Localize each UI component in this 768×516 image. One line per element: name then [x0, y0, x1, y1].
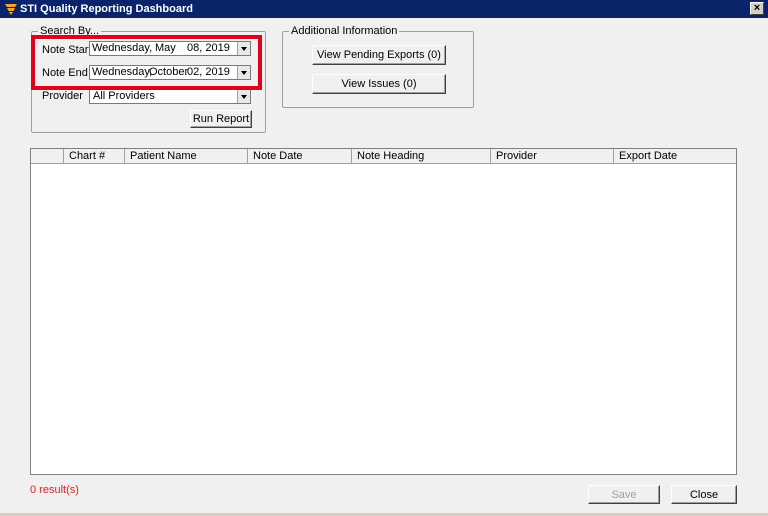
note-end-weekday: Wednesday,: [92, 66, 153, 78]
note-start-label: Note Start: [42, 44, 92, 56]
additional-info-group: Additional Information: [282, 25, 474, 108]
column-header-chart[interactable]: Chart #: [64, 149, 125, 163]
close-button[interactable]: Close: [671, 485, 737, 504]
results-grid[interactable]: Chart # Patient Name Note Date Note Head…: [30, 148, 737, 475]
note-start-weekday: Wednesday,: [92, 42, 153, 54]
run-report-button[interactable]: Run Report: [190, 110, 252, 128]
window-title: STI Quality Reporting Dashboard: [20, 3, 193, 15]
note-end-day-year: 02, 2019: [187, 66, 230, 78]
note-end-label: Note End: [42, 67, 88, 79]
additional-info-legend: Additional Information: [291, 25, 398, 37]
column-header-provider[interactable]: Provider: [491, 149, 614, 163]
note-end-month: October: [149, 66, 189, 78]
save-button[interactable]: Save: [588, 485, 660, 504]
view-pending-exports-button[interactable]: View Pending Exports (0): [312, 45, 446, 65]
column-header-note-heading[interactable]: Note Heading: [352, 149, 491, 163]
note-end-dropdown-arrow-icon[interactable]: [237, 66, 250, 79]
search-by-legend: Search By...: [40, 25, 100, 37]
provider-select-value: All Providers: [93, 90, 155, 102]
view-issues-button[interactable]: View Issues (0): [312, 74, 446, 94]
column-header-export-date[interactable]: Export Date: [614, 149, 736, 163]
provider-label: Provider: [42, 90, 83, 102]
app-logo-icon: [5, 4, 17, 15]
column-header-selector[interactable]: [31, 149, 64, 163]
note-end-datepicker[interactable]: Wednesday, October 02, 2019: [89, 65, 251, 80]
title-bar[interactable]: STI Quality Reporting Dashboard ×: [0, 0, 768, 18]
note-start-datepicker[interactable]: Wednesday, May 08, 2019: [89, 41, 251, 56]
window-close-button[interactable]: ×: [750, 2, 764, 15]
note-start-dropdown-arrow-icon[interactable]: [237, 42, 250, 55]
provider-dropdown-arrow-icon[interactable]: [237, 90, 250, 103]
result-count: 0 result(s): [30, 484, 79, 496]
note-start-month: May: [155, 42, 176, 54]
note-start-day-year: 08, 2019: [187, 42, 230, 54]
grid-header-row: Chart # Patient Name Note Date Note Head…: [31, 149, 736, 164]
dashboard-window: STI Quality Reporting Dashboard × Search…: [0, 0, 768, 513]
column-header-note-date[interactable]: Note Date: [248, 149, 352, 163]
provider-select[interactable]: All Providers: [89, 89, 251, 104]
column-header-patient-name[interactable]: Patient Name: [125, 149, 248, 163]
